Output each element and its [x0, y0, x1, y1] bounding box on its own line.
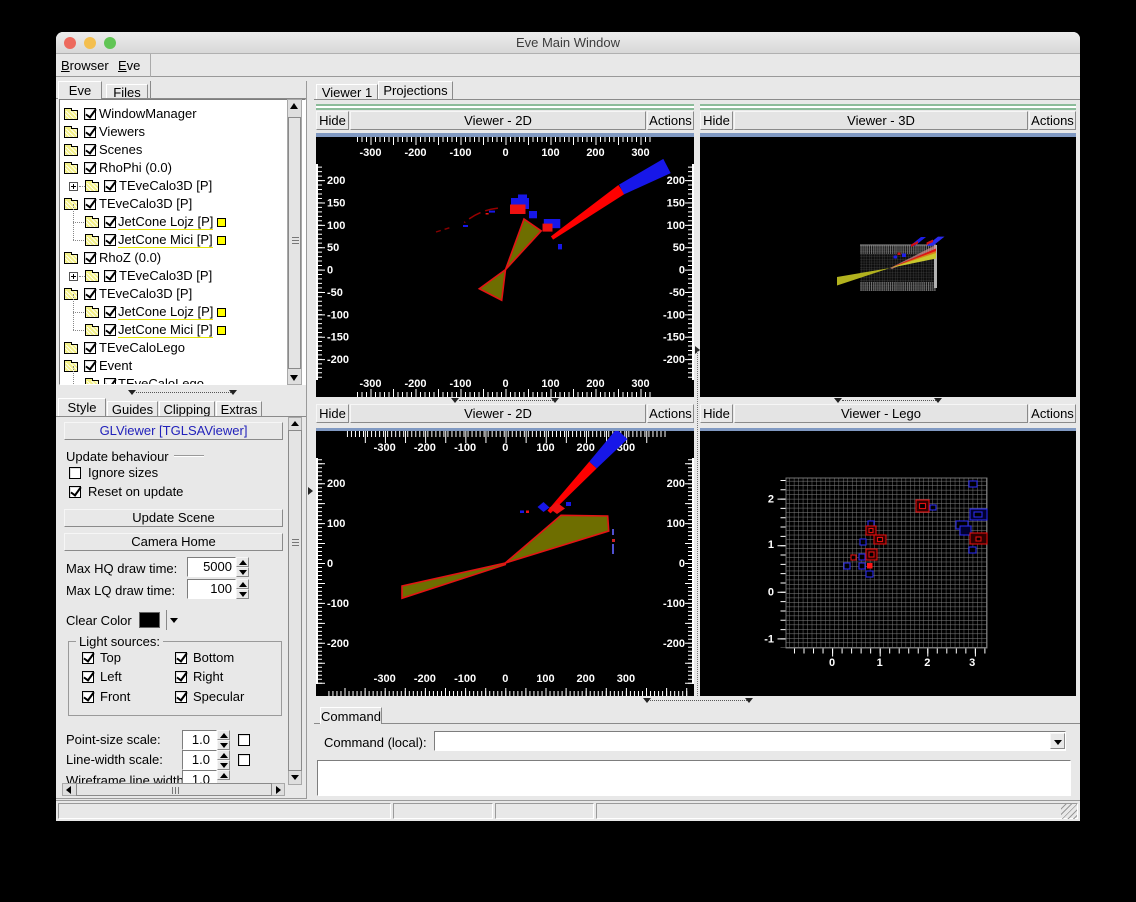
svg-text:-150: -150: [663, 332, 685, 344]
svg-text:-200: -200: [327, 638, 349, 650]
svg-text:200: 200: [327, 175, 345, 187]
svg-text:150: 150: [327, 198, 345, 210]
svg-text:-100: -100: [327, 598, 349, 610]
svg-text:300: 300: [617, 673, 635, 685]
svg-text:100: 100: [541, 378, 559, 390]
svg-text:50: 50: [327, 242, 339, 254]
svg-text:-100: -100: [454, 673, 476, 685]
svg-text:-200: -200: [414, 673, 436, 685]
svg-text:-300: -300: [359, 147, 381, 159]
svg-text:-200: -200: [404, 378, 426, 390]
svg-text:-1: -1: [764, 633, 774, 645]
svg-text:200: 200: [577, 673, 595, 685]
svg-text:200: 200: [327, 478, 345, 490]
svg-text:2: 2: [924, 657, 930, 669]
svg-text:-100: -100: [327, 309, 349, 321]
svg-text:100: 100: [667, 518, 685, 530]
svg-text:-100: -100: [663, 598, 685, 610]
svg-text:-200: -200: [414, 442, 436, 454]
svg-text:0: 0: [327, 265, 333, 277]
svg-text:-100: -100: [449, 147, 471, 159]
svg-text:150: 150: [667, 198, 685, 210]
svg-text:-200: -200: [404, 147, 426, 159]
svg-text:200: 200: [586, 147, 604, 159]
svg-text:-100: -100: [449, 378, 471, 390]
svg-text:0: 0: [502, 673, 508, 685]
svg-text:-300: -300: [374, 673, 396, 685]
svg-text:300: 300: [631, 378, 649, 390]
svg-text:200: 200: [577, 442, 595, 454]
svg-text:50: 50: [673, 242, 685, 254]
svg-text:-300: -300: [374, 442, 396, 454]
svg-text:-300: -300: [359, 378, 381, 390]
svg-text:200: 200: [667, 175, 685, 187]
svg-text:100: 100: [667, 220, 685, 232]
svg-text:300: 300: [631, 147, 649, 159]
svg-text:200: 200: [667, 478, 685, 490]
svg-text:0: 0: [768, 587, 774, 599]
svg-text:0: 0: [679, 558, 685, 570]
svg-text:100: 100: [541, 147, 559, 159]
svg-text:0: 0: [829, 657, 835, 669]
svg-text:-150: -150: [327, 332, 349, 344]
svg-text:0: 0: [502, 378, 508, 390]
svg-text:0: 0: [502, 442, 508, 454]
svg-text:0: 0: [679, 265, 685, 277]
svg-text:100: 100: [536, 442, 554, 454]
svg-text:-200: -200: [663, 638, 685, 650]
svg-text:200: 200: [586, 378, 604, 390]
svg-text:2: 2: [768, 494, 774, 506]
svg-text:-50: -50: [669, 287, 685, 299]
svg-text:0: 0: [502, 147, 508, 159]
svg-text:100: 100: [327, 220, 345, 232]
svg-text:-100: -100: [454, 442, 476, 454]
svg-text:1: 1: [877, 657, 883, 669]
svg-text:-100: -100: [663, 309, 685, 321]
svg-text:-200: -200: [663, 354, 685, 366]
svg-text:0: 0: [327, 558, 333, 570]
svg-text:1: 1: [768, 539, 774, 551]
svg-text:-50: -50: [327, 287, 343, 299]
svg-text:-200: -200: [327, 354, 349, 366]
svg-text:100: 100: [327, 518, 345, 530]
svg-text:100: 100: [536, 673, 554, 685]
svg-text:3: 3: [969, 657, 975, 669]
